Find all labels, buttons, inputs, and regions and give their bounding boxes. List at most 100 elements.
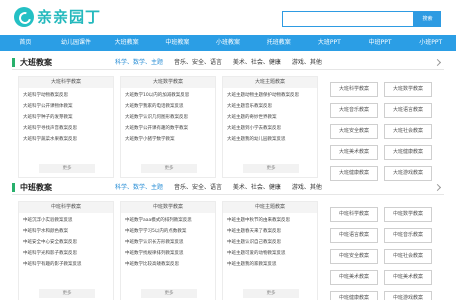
list-item[interactable]: 大班主题动物主题保护动物教案反思 [227, 90, 313, 101]
column-theme: 大班主题教案 大班主题动物主题保护动物教案反思 大班主题音乐教案反思 大班主题的… [222, 76, 318, 178]
column-header: 大班科学教案 [19, 77, 113, 88]
more-button[interactable]: 更多 [39, 289, 95, 298]
list-item[interactable]: 中班科学水和颜色教案 [23, 226, 109, 237]
list-item[interactable]: 大班数学10以内的加减教案反思 [125, 90, 211, 101]
section-large-class: 大班教案 科学、数学、主题 音乐、安全、语言 美术、社会、健康 游戏、其他 大班… [0, 56, 456, 181]
section-middle-class: 中班教案 科学、数学、主题 音乐、安全、语言 美术、社会、健康 游戏、其他 中班… [0, 181, 456, 300]
list-item[interactable]: 大班科学动物教案反思 [23, 90, 109, 101]
nav-item-small-class-plans[interactable]: 小班教案 [203, 35, 254, 51]
chevron-right-icon[interactable] [433, 183, 442, 192]
list-item[interactable]: 中班主题可爱的动物教案反思 [227, 248, 313, 259]
more-button[interactable]: 更多 [243, 164, 299, 173]
more-button[interactable]: 更多 [243, 289, 299, 298]
list-item[interactable]: 中班数学比较高矮教案反思 [125, 259, 211, 270]
list-item[interactable]: 大班数学认识几何图形教案反思 [125, 112, 211, 123]
column-header: 大班数学教案 [121, 77, 215, 88]
category-button[interactable]: 中班游戏教案 [384, 291, 432, 300]
list-item[interactable]: 中班主题中秋节的由来教案反思 [227, 215, 313, 226]
column-math: 中班数学教案 中班数学aaa模式的排列教案反思 中班数学学习5以内的点数教案 中… [120, 201, 216, 300]
list-item[interactable]: 中班主题我的家教案反思 [227, 259, 313, 270]
list-item[interactable]: 中班沉浮小实验教案反思 [23, 215, 109, 226]
more-button[interactable]: 更多 [141, 289, 197, 298]
list-item[interactable]: 中班数学认识长方形教案反思 [125, 237, 211, 248]
category-button[interactable]: 大班语言教案 [384, 103, 432, 118]
category-button[interactable]: 中班社会教案 [384, 249, 432, 264]
list-item[interactable]: 大班数学公开课有趣的数字教案 [125, 123, 211, 134]
list-item[interactable]: 大班数学小猪学数学教案 [125, 134, 211, 145]
search-input[interactable] [282, 11, 414, 27]
more-button[interactable]: 更多 [39, 164, 95, 173]
category-button[interactable]: 中班语言教案 [330, 228, 378, 243]
category-button[interactable]: 中班美术教案 [384, 270, 432, 285]
column-header: 中班主题教案 [223, 202, 317, 213]
section-tag[interactable]: 游戏、其他 [292, 184, 322, 191]
site-logo[interactable]: 亲亲园丁 [14, 6, 101, 27]
list-item[interactable]: 大班主题音乐教案反思 [227, 101, 313, 112]
list-item[interactable]: 大班科学蔬菜水果教案反思 [23, 134, 109, 145]
category-button[interactable]: 大班社会教案 [384, 124, 432, 139]
section-tag[interactable]: 科学、数学、主题 [115, 184, 163, 191]
list-item[interactable]: 中班数学学习5以内的点数教案 [125, 226, 211, 237]
list-item[interactable]: 大班科学寻找声音教案反思 [23, 123, 109, 134]
nav-item-large-class-plans[interactable]: 大班教案 [101, 35, 152, 51]
search-button[interactable]: 搜索 [414, 11, 441, 27]
category-button[interactable]: 大班健康教案 [330, 166, 378, 181]
nav-item-nursery-plans[interactable]: 托班教案 [253, 35, 304, 51]
list-item[interactable]: 中班主题春天来了教案反思 [227, 226, 313, 237]
chevron-right-icon[interactable] [433, 58, 442, 67]
list-item[interactable]: 大班主题到小学去教案反思 [227, 123, 313, 134]
category-button[interactable]: 中班数学教案 [384, 207, 432, 222]
column-header: 中班数学教案 [121, 202, 215, 213]
logo-text: 亲亲园丁 [37, 8, 102, 26]
category-button[interactable]: 中班安全教案 [330, 249, 378, 264]
list-item[interactable]: 中班科学光和影子教案反思 [23, 248, 109, 259]
section-title[interactable]: 大班教案 [20, 56, 52, 69]
column-science: 大班科学教案 大班科学动物教案反思 大班科学公开课物体教案 大班科学种子的发芽教… [18, 76, 114, 178]
section-tag[interactable]: 美术、社会、健康 [233, 59, 281, 66]
column-header: 大班主题教案 [223, 77, 317, 88]
category-button[interactable]: 大班美术教案 [330, 145, 378, 160]
section-tag[interactable]: 游戏、其他 [292, 59, 322, 66]
nav-item-small-class-ppt[interactable]: 小班PPT [405, 35, 456, 51]
nav-item-middle-class-plans[interactable]: 中班教案 [152, 35, 203, 51]
section-header: 大班教案 科学、数学、主题 音乐、安全、语言 美术、社会、健康 游戏、其他 [12, 56, 444, 70]
category-button[interactable]: 中班音乐教案 [384, 228, 432, 243]
nav-item-home[interactable]: 首页 [0, 35, 51, 51]
list-item[interactable]: 大班主题的奇妙世界教案 [227, 112, 313, 123]
section-tag[interactable]: 科学、数学、主题 [115, 59, 163, 66]
category-button[interactable]: 大班安全教案 [330, 124, 378, 139]
section-tag[interactable]: 音乐、安全、语言 [174, 184, 222, 191]
section-title[interactable]: 中班教案 [20, 181, 52, 194]
category-button[interactable]: 大班科学教案 [330, 82, 378, 97]
list-item[interactable]: 中班主题认识自己教案反思 [227, 237, 313, 248]
section-tags: 科学、数学、主题 音乐、安全、语言 美术、社会、健康 游戏、其他 [115, 56, 331, 69]
list-item[interactable]: 中班数学找规律排列教案反思 [125, 248, 211, 259]
list-item[interactable]: 中班数学aaa模式的排列教案反思 [125, 215, 211, 226]
category-button[interactable]: 大班游戏教案 [384, 166, 432, 181]
list-item[interactable]: 中班科学有趣的影子教案反思 [23, 259, 109, 270]
more-button[interactable]: 更多 [141, 164, 197, 173]
column-math: 大班数学教案 大班数学10以内的加减教案反思 大班数学我家的电话教案反思 大班数… [120, 76, 216, 178]
nav-item-middle-class-ppt[interactable]: 中班PPT [355, 35, 406, 51]
nav-item-large-class-ppt[interactable]: 大班PPT [304, 35, 355, 51]
section-accent-bar [12, 183, 15, 192]
category-button[interactable]: 大班数学教案 [384, 82, 432, 97]
section-accent-bar [12, 58, 15, 67]
list-item[interactable]: 中班安全中心安全教案反思 [23, 237, 109, 248]
category-button[interactable]: 中班科学教案 [330, 207, 378, 222]
list-item[interactable]: 大班数学我家的电话教案反思 [125, 101, 211, 112]
category-button[interactable]: 大班健康教案 [384, 145, 432, 160]
section-tag[interactable]: 美术、社会、健康 [233, 184, 281, 191]
column-header: 中班科学教案 [19, 202, 113, 213]
list-item[interactable]: 大班科学公开课物体教案 [23, 101, 109, 112]
category-button[interactable]: 中班美术教案 [330, 270, 378, 285]
category-button[interactable]: 中班健康教案 [330, 291, 378, 300]
category-button[interactable]: 大班音乐教案 [330, 103, 378, 118]
list-item[interactable]: 大班主题我的幼儿园教案反思 [227, 134, 313, 145]
column-science: 中班科学教案 中班沉浮小实验教案反思 中班科学水和颜色教案 中班安全中心安全教案… [18, 201, 114, 300]
list-item[interactable]: 大班科学种子的发芽教案 [23, 112, 109, 123]
nav-item-kindergarten-courseware[interactable]: 幼儿园课件 [51, 35, 102, 51]
main-nav: 首页 幼儿园课件 大班教案 中班教案 小班教案 托班教案 大班PPT 中班PPT… [0, 35, 456, 51]
section-tag[interactable]: 音乐、安全、语言 [174, 59, 222, 66]
logo-icon [14, 6, 34, 27]
